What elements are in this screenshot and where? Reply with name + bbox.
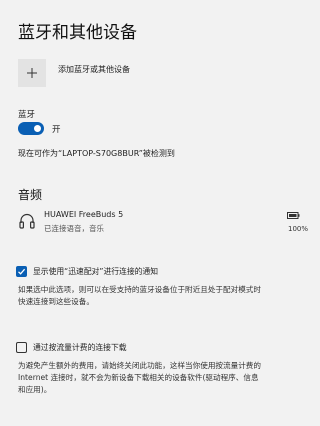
swift-pair-label: 显示使用“迅速配对”进行连接的通知 (33, 267, 159, 276)
metered-checkbox-row[interactable]: 通过按流量计费的连接下载 (16, 342, 127, 353)
device-status: 已连接语音，音乐 (44, 224, 104, 233)
swift-pair-checkbox[interactable] (16, 266, 27, 277)
plus-icon (27, 68, 37, 78)
checkmark-icon (18, 268, 26, 275)
bluetooth-toggle-row[interactable]: 开 (18, 122, 61, 135)
description-line: 快速连接到这些设备。 (18, 297, 94, 306)
bluetooth-toggle[interactable] (18, 122, 44, 135)
description-line: 和应用)。 (18, 385, 52, 394)
description-line: 为避免产生额外的费用，请始终关闭此功能，这样当你使用按流量计费的 (18, 361, 261, 370)
audio-section-heading: 音频 (18, 188, 43, 202)
audio-device-item[interactable]: HUAWEI FreeBuds 5 已连接语音，音乐 100% (18, 208, 308, 238)
page-title: 蓝牙和其他设备 (18, 23, 137, 43)
add-device-button[interactable]: 添加蓝牙或其他设备 (18, 58, 130, 88)
description-line: Internet 连接时，就不会为新设备下载相关的设备软件(驱动程序、信息 (18, 373, 259, 382)
swift-pair-description: 如果选中此选项，则可以在受支持的蓝牙设备位于附近且处于配对模式时 快速连接到这些… (18, 284, 310, 308)
toggle-knob (34, 125, 41, 132)
swift-pair-checkbox-row[interactable]: 显示使用“迅速配对”进行连接的通知 (16, 266, 158, 277)
headphones-icon (19, 213, 35, 229)
bluetooth-toggle-state: 开 (52, 124, 61, 135)
bluetooth-section-label: 蓝牙 (18, 110, 36, 120)
add-device-tile[interactable] (18, 59, 46, 87)
metered-checkbox[interactable] (16, 342, 27, 353)
description-line: 如果选中此选项，则可以在受支持的蓝牙设备位于附近且处于配对模式时 (18, 285, 261, 294)
bluetooth-settings-page: 蓝牙和其他设备 添加蓝牙或其他设备 蓝牙 开 现在可作为“LAPTOP-S70G… (0, 0, 320, 426)
metered-description: 为避免产生额外的费用，请始终关闭此功能，这样当你使用按流量计费的 Interne… (18, 360, 310, 396)
metered-label: 通过按流量计费的连接下载 (33, 343, 127, 352)
device-name: HUAWEI FreeBuds 5 (44, 210, 124, 219)
battery-icon (287, 212, 300, 219)
discoverable-text: 现在可作为“LAPTOP-S70G8BUR”被检测到 (18, 149, 175, 158)
add-device-label: 添加蓝牙或其他设备 (58, 64, 130, 74)
battery-percentage: 100% (287, 225, 308, 233)
